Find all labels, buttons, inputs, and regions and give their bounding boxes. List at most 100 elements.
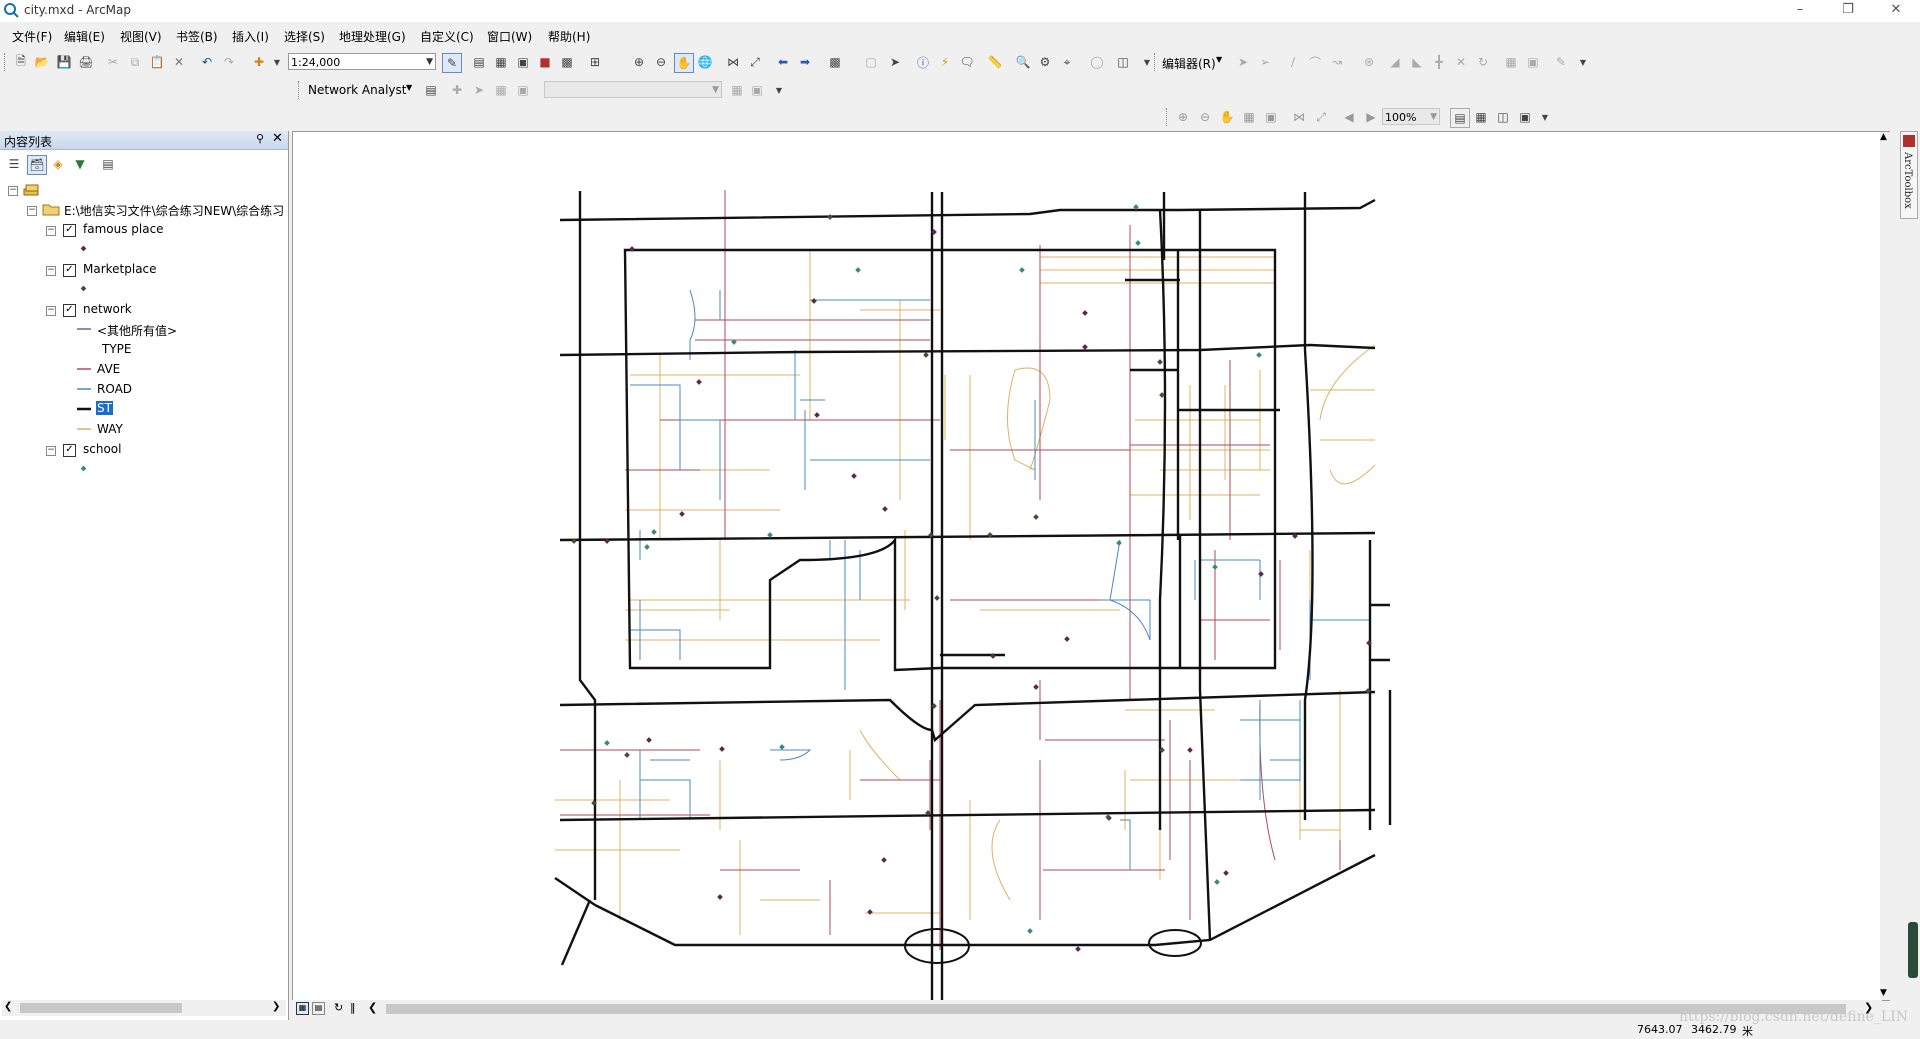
chevron-left-icon[interactable]: ❮ — [368, 1001, 377, 1014]
map-display[interactable]: ▲ ▼ — [292, 131, 1890, 1001]
collapse-icon[interactable]: − — [46, 446, 56, 456]
refresh-icon[interactable]: ↻ — [334, 1001, 343, 1014]
st-line-symbol[interactable] — [77, 404, 93, 414]
menu-bookmarks[interactable]: 书签(B) — [176, 28, 218, 45]
collapse-icon[interactable]: − — [27, 206, 37, 216]
cut-icon[interactable]: ✂ — [104, 53, 122, 71]
toggle-draft-mode-icon[interactable]: ▤ — [1450, 108, 1470, 128]
go-back-icon[interactable]: ⬅ — [774, 53, 792, 71]
go-forward-icon[interactable]: ➡ — [796, 53, 814, 71]
end-point-arc-icon[interactable]: ⌒ — [1306, 53, 1324, 71]
collapse-icon[interactable]: − — [46, 226, 56, 236]
chevron-left-icon[interactable]: ❮ — [4, 1001, 12, 1012]
focus-data-frame-icon[interactable]: ▦ — [1472, 108, 1490, 126]
list-by-visibility-icon[interactable]: ◈ — [49, 155, 67, 173]
create-viewer-window-icon[interactable]: ◫ — [1114, 53, 1132, 71]
network-analyst-menu[interactable]: Network Analyst — [308, 83, 406, 97]
layout-zoom-combo[interactable]: 100% ▼ — [1382, 108, 1440, 125]
trace-icon[interactable]: ↝ — [1328, 53, 1346, 71]
minimize-button[interactable]: – — [1780, 0, 1820, 22]
clear-selection-icon[interactable]: ▢ — [862, 53, 880, 71]
collapse-icon[interactable]: − — [46, 306, 56, 316]
layer-marketplace[interactable]: Marketplace — [83, 262, 157, 276]
attributes-icon[interactable]: ▦ — [1502, 53, 1520, 71]
scroll-thumb[interactable] — [386, 1004, 1846, 1014]
full-extent-globe-icon[interactable]: 🌐 — [696, 53, 714, 71]
ave-line-symbol[interactable] — [77, 364, 93, 374]
layout-zoom-out-icon[interactable]: ⊖ — [1196, 108, 1214, 126]
fixed-zoom-out-icon[interactable]: ⤢ — [746, 53, 764, 71]
undo-icon[interactable]: ↶ — [198, 53, 216, 71]
network-analyst-window-icon[interactable]: ▤ — [422, 81, 440, 99]
marketplace-marker-symbol[interactable] — [80, 285, 88, 293]
zoom-whole-page-icon[interactable]: ▦ — [1240, 108, 1258, 126]
chevron-down-icon[interactable]: ▼ — [1880, 988, 1887, 998]
sketch-properties-icon[interactable]: ▣ — [1524, 53, 1542, 71]
menu-edit[interactable]: 编辑(E) — [64, 28, 105, 45]
restore-button[interactable]: ❐ — [1828, 0, 1868, 22]
rotate-icon[interactable]: ↻ — [1474, 53, 1492, 71]
fixed-zoom-in-layout-icon[interactable]: ⋈ — [1290, 108, 1308, 126]
layer-visibility-checkbox[interactable]: ✓ — [63, 264, 76, 277]
toolbar-grip[interactable] — [1154, 53, 1158, 71]
menu-help[interactable]: 帮助(H) — [548, 28, 590, 45]
menu-customize[interactable]: 自定义(C) — [420, 28, 474, 45]
pause-drawing-icon[interactable]: ‖ — [350, 1001, 356, 1014]
time-slider-icon[interactable]: ◯ — [1088, 53, 1106, 71]
list-by-drawing-order-icon[interactable]: ☰ — [5, 155, 23, 173]
python-window-icon[interactable]: ▩ — [558, 53, 576, 71]
forward-extent-icon[interactable]: ▶ — [1362, 108, 1380, 126]
editor-toolbar-icon[interactable]: ✎ — [442, 53, 462, 73]
add-data-icon[interactable]: ✚ — [250, 53, 268, 71]
select-elements-arrow-icon[interactable]: ➤ — [886, 53, 904, 71]
select-features-icon[interactable]: ▩ — [826, 53, 844, 71]
edit-annotation-icon[interactable]: ➢ — [1256, 53, 1274, 71]
table-of-contents-icon[interactable]: ▤ — [470, 53, 488, 71]
open-folder-icon[interactable]: 📂 — [33, 53, 51, 71]
fixed-zoom-out-layout-icon[interactable]: ⤢ — [1312, 108, 1330, 126]
cut-polygons-icon[interactable]: ╋ — [1430, 53, 1448, 71]
chevron-down-icon[interactable]: ▼ — [1216, 55, 1222, 64]
solve-icon[interactable]: ▣ — [514, 81, 532, 99]
menu-insert[interactable]: 插入(I) — [232, 28, 269, 45]
go-to-xy-icon[interactable]: ⌖ — [1058, 53, 1076, 71]
paste-icon[interactable]: 📋 — [148, 53, 166, 71]
menu-view[interactable]: 视图(V) — [120, 28, 162, 45]
print-icon[interactable]: 🖨 — [77, 53, 95, 71]
reshape-icon[interactable]: ◣ — [1408, 53, 1426, 71]
layer-visibility-checkbox[interactable]: ✓ — [63, 304, 76, 317]
toolbar-grip[interactable] — [1166, 108, 1170, 126]
find-route-icon[interactable]: ⚙ — [1036, 53, 1054, 71]
find-binoculars-icon[interactable]: 🔍 — [1014, 53, 1032, 71]
toolbar-options-icon[interactable]: ▼ — [770, 81, 788, 99]
create-network-location-icon[interactable]: ✚ — [448, 81, 466, 99]
menu-selection[interactable]: 选择(S) — [284, 28, 325, 45]
measure-icon[interactable]: 📏 — [986, 53, 1004, 71]
toolbar-options-icon[interactable]: ▼ — [1536, 108, 1554, 126]
edit-vertices-icon[interactable]: ◢ — [1386, 53, 1404, 71]
catalog-icon[interactable]: ▦ — [492, 53, 510, 71]
search-window-icon[interactable]: ▣ — [514, 53, 532, 71]
chevron-up-icon[interactable]: ▲ — [1880, 132, 1887, 142]
model-builder-icon[interactable]: ⊞ — [586, 53, 604, 71]
menu-file[interactable]: 文件(F) — [12, 28, 52, 45]
scroll-thumb[interactable] — [20, 1003, 182, 1013]
straight-segment-icon[interactable]: ∕ — [1284, 53, 1302, 71]
add-data-dropdown-icon[interactable]: ▼ — [268, 53, 286, 71]
network-analysis-layer-combo[interactable]: ▼ — [544, 81, 722, 98]
redo-icon[interactable]: ↷ — [220, 53, 238, 71]
network-identify-icon[interactable]: ▦ — [492, 81, 510, 99]
collapse-icon[interactable]: − — [46, 266, 56, 276]
select-move-location-icon[interactable]: ➤ — [470, 81, 488, 99]
back-extent-icon[interactable]: ◀ — [1340, 108, 1358, 126]
menu-geoprocessing[interactable]: 地理处理(G) — [339, 28, 406, 45]
list-by-source-icon[interactable]: 🗃 — [27, 155, 47, 175]
editor-menu[interactable]: 编辑器(R) — [1162, 55, 1216, 72]
collapse-icon[interactable]: − — [8, 186, 18, 196]
hyperlink-icon[interactable]: ⚡ — [936, 53, 954, 71]
map-vertical-scrollbar[interactable]: ▲ ▼ — [1880, 132, 1890, 1000]
list-by-selection-icon[interactable]: ▼ — [71, 155, 89, 173]
change-layout-icon[interactable]: ◫ — [1494, 108, 1512, 126]
build-network-icon[interactable]: ▣ — [748, 81, 766, 99]
toc-horizontal-scrollbar[interactable]: ❮ ❯ — [2, 1000, 286, 1016]
